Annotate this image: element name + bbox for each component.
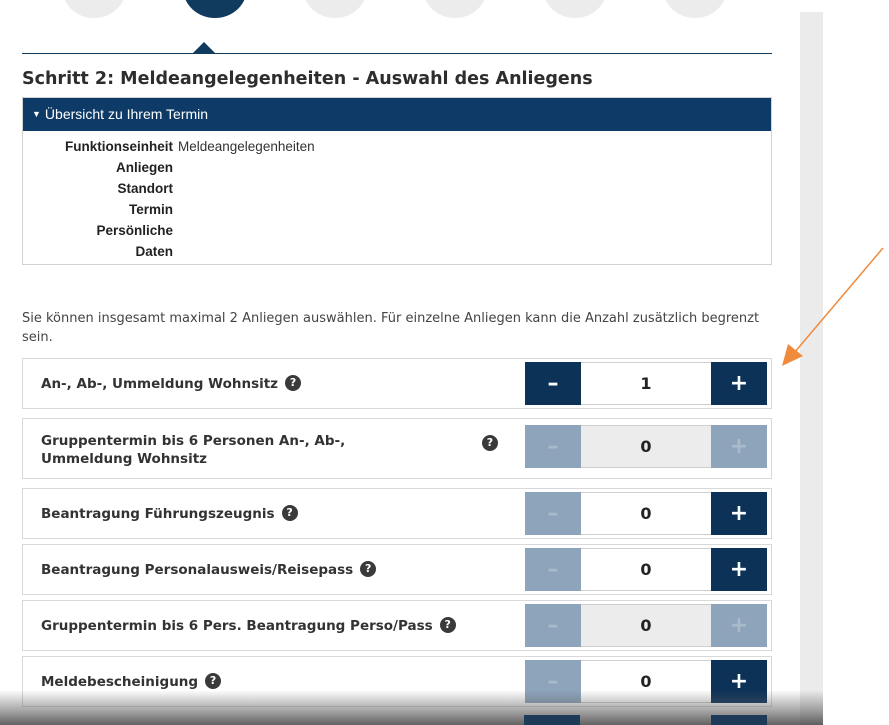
service-name: An-, Ab-, Ummeldung Wohnsitz	[41, 376, 279, 392]
help-icon[interactable]: ?	[281, 505, 298, 521]
field-label: Persönliche	[96, 223, 173, 238]
step-3-circle[interactable]	[303, 0, 367, 18]
service-label: Meldebescheinigung?	[41, 673, 222, 691]
service-name: Gruppentermin bis 6 Pers. Beantragung Pe…	[41, 618, 433, 634]
quantity-field[interactable]: 0	[581, 548, 711, 591]
help-icon[interactable]: ?	[205, 673, 222, 689]
quantity-stepper: – 0 +	[525, 492, 771, 535]
field-label: Funktionseinheit	[65, 139, 173, 154]
step-line	[22, 53, 772, 54]
decrease-button[interactable]: –	[525, 492, 581, 535]
service-label: An-, Ab-, Ummeldung Wohnsitz?	[41, 375, 302, 393]
quantity-stepper: – 0 +	[525, 604, 771, 647]
step-2-circle[interactable]	[183, 0, 247, 18]
step-6-circle[interactable]	[663, 0, 727, 18]
field-label: Standort	[117, 181, 174, 196]
current-step-pointer	[193, 42, 215, 53]
service-label: Gruppentermin bis 6 Pers. Beantragung Pe…	[41, 617, 456, 635]
service-label: Gruppentermin bis 6 Personen An-, Ab-, U…	[41, 432, 345, 468]
overview-header-label: Übersicht zu Ihrem Termin	[44, 106, 209, 122]
quantity-field[interactable]: 0	[581, 492, 711, 535]
selection-limit-info: Sie können insgesamt maximal 2 Anliegen …	[22, 311, 760, 345]
overview-field: Standort	[23, 178, 771, 199]
annotation-arrow-head	[782, 344, 803, 366]
service-row: Beantragung Führungszeugnis? – 0 +	[22, 488, 772, 539]
overview-field: Termin	[23, 199, 771, 220]
field-value	[173, 241, 178, 262]
service-row: Gruppentermin bis 6 Personen An-, Ab-, U…	[22, 418, 772, 479]
field-value	[173, 199, 178, 220]
service-name: Meldebescheinigung	[41, 674, 199, 690]
service-row: Beantragung Personalausweis/Reisepass? –…	[22, 544, 772, 595]
next-row-increase-button[interactable]	[711, 715, 767, 725]
decrease-button[interactable]: –	[525, 425, 581, 468]
quantity-field[interactable]: 0	[581, 604, 711, 647]
service-row: Gruppentermin bis 6 Pers. Beantragung Pe…	[22, 600, 772, 651]
service-label: Beantragung Führungszeugnis?	[41, 505, 298, 523]
service-name: Beantragung Führungszeugnis	[41, 506, 275, 522]
quantity-field[interactable]: 1	[581, 362, 711, 405]
bottom-fade-overlay	[0, 690, 823, 725]
appointment-overview-panel: ▼ Übersicht zu Ihrem Termin Funktionseinh…	[22, 97, 772, 265]
field-value: Meldeangelegenheiten	[178, 139, 315, 154]
next-row-decrease-button[interactable]	[524, 715, 580, 725]
increase-button[interactable]: +	[711, 604, 767, 647]
service-label: Beantragung Personalausweis/Reisepass?	[41, 561, 377, 579]
step-4-circle[interactable]	[423, 0, 487, 18]
field-label: Termin	[128, 202, 173, 217]
quantity-stepper: – 0 +	[525, 548, 771, 591]
field-value	[173, 157, 178, 178]
service-name-line-1: Gruppentermin bis 6 Personen An-, Ab-,	[41, 433, 346, 449]
increase-button[interactable]: +	[711, 362, 767, 405]
increase-button[interactable]: +	[711, 492, 767, 535]
service-name-line-2: Ummeldung Wohnsitz	[41, 451, 208, 467]
step-1-circle[interactable]	[62, 0, 126, 18]
caret-down-icon: ▼	[32, 109, 41, 119]
field-value	[173, 178, 178, 199]
help-icon[interactable]: ?	[482, 435, 498, 451]
service-name: Beantragung Personalausweis/Reisepass	[41, 562, 354, 578]
quantity-stepper: – 1 +	[525, 362, 771, 405]
annotation-arrow-icon	[782, 247, 884, 366]
decrease-button[interactable]: –	[525, 548, 581, 591]
field-value	[173, 220, 178, 241]
quantity-stepper: – 0 +	[525, 425, 771, 468]
help-icon[interactable]: ?	[360, 561, 377, 577]
appointment-page: Schritt 2: Meldeangelegenheiten - Auswah…	[0, 0, 800, 725]
overview-toggle[interactable]: ▼ Übersicht zu Ihrem Termin	[23, 98, 771, 131]
service-row: An-, Ab-, Ummeldung Wohnsitz? – 1 +	[22, 358, 772, 409]
overview-field: Anliegen	[23, 157, 771, 178]
increase-button[interactable]: +	[711, 425, 767, 468]
page-title: Schritt 2: Meldeangelegenheiten - Auswah…	[22, 69, 593, 89]
overview-field: Daten	[23, 241, 771, 262]
help-icon[interactable]: ?	[285, 375, 302, 391]
step-5-circle[interactable]	[543, 0, 607, 18]
increase-button[interactable]: +	[711, 548, 767, 591]
help-icon[interactable]: ?	[439, 617, 456, 633]
quantity-field[interactable]: 0	[581, 425, 711, 468]
decrease-button[interactable]: –	[525, 362, 581, 405]
field-label: Daten	[135, 244, 173, 259]
overview-field: Funktionseinheit Meldeangelegenheiten	[23, 136, 771, 157]
overview-field-list: Funktionseinheit Meldeangelegenheiten An…	[23, 131, 771, 262]
decrease-button[interactable]: –	[525, 604, 581, 647]
field-label: Anliegen	[115, 160, 173, 175]
annotation-arrow-line	[793, 247, 884, 354]
overview-field: Persönliche	[23, 220, 771, 241]
